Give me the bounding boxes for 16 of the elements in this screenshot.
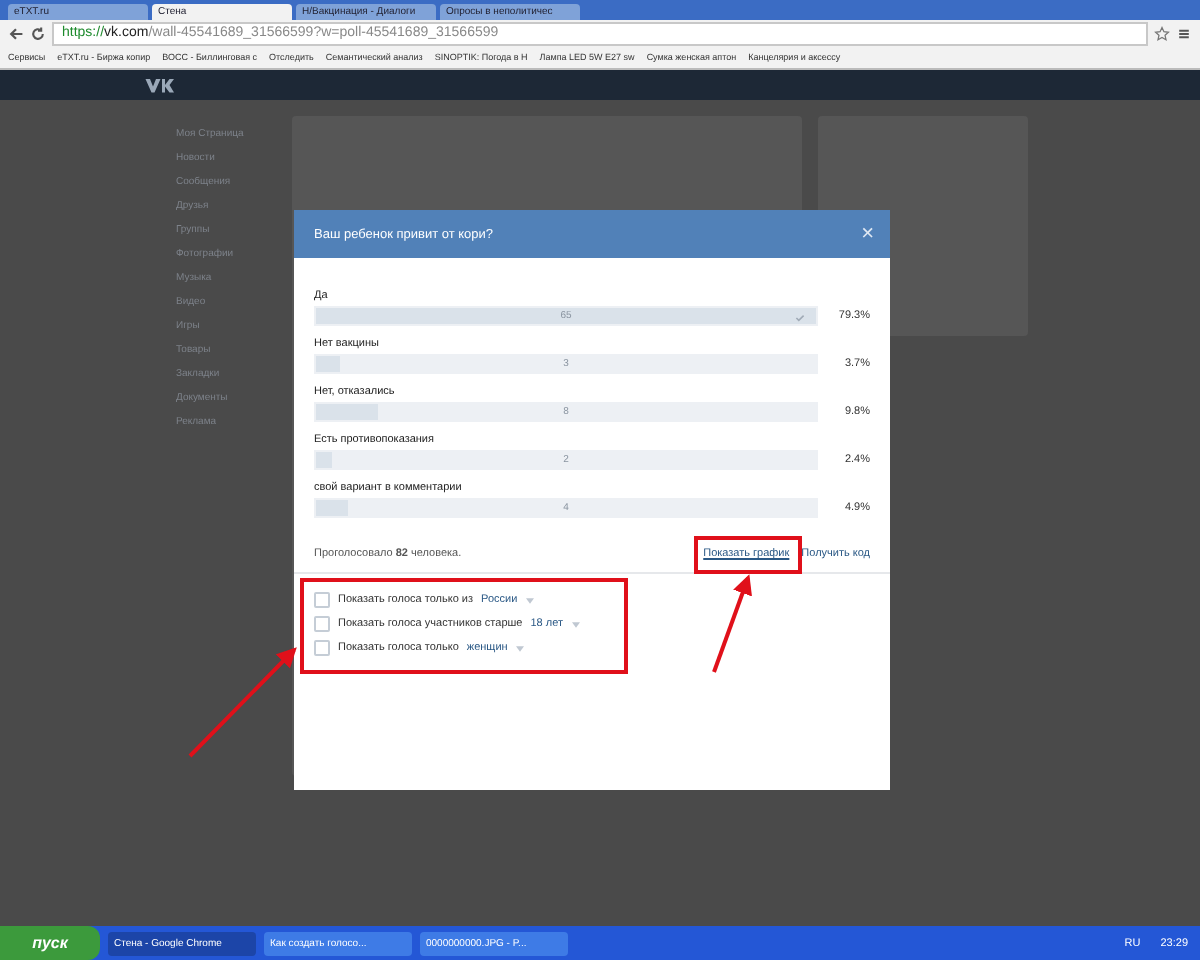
star-icon[interactable] (1154, 25, 1170, 41)
checkbox[interactable] (314, 592, 330, 608)
annotation-arrow (712, 574, 752, 673)
close-button[interactable]: × (861, 223, 874, 245)
caret-icon[interactable] (515, 645, 524, 651)
checkbox[interactable] (314, 640, 330, 656)
reload-icon[interactable] (30, 25, 46, 41)
caret-icon[interactable] (571, 621, 579, 627)
menu-icon[interactable] (1176, 25, 1192, 41)
checkbox[interactable] (314, 616, 330, 632)
logo-icon[interactable] (144, 76, 174, 94)
caret-icon[interactable] (525, 597, 534, 603)
annotation-arrow (188, 647, 297, 758)
back-arrow-icon[interactable] (8, 25, 24, 41)
start-button[interactable]: пуск (0, 926, 100, 960)
highlight-frame (694, 536, 802, 574)
